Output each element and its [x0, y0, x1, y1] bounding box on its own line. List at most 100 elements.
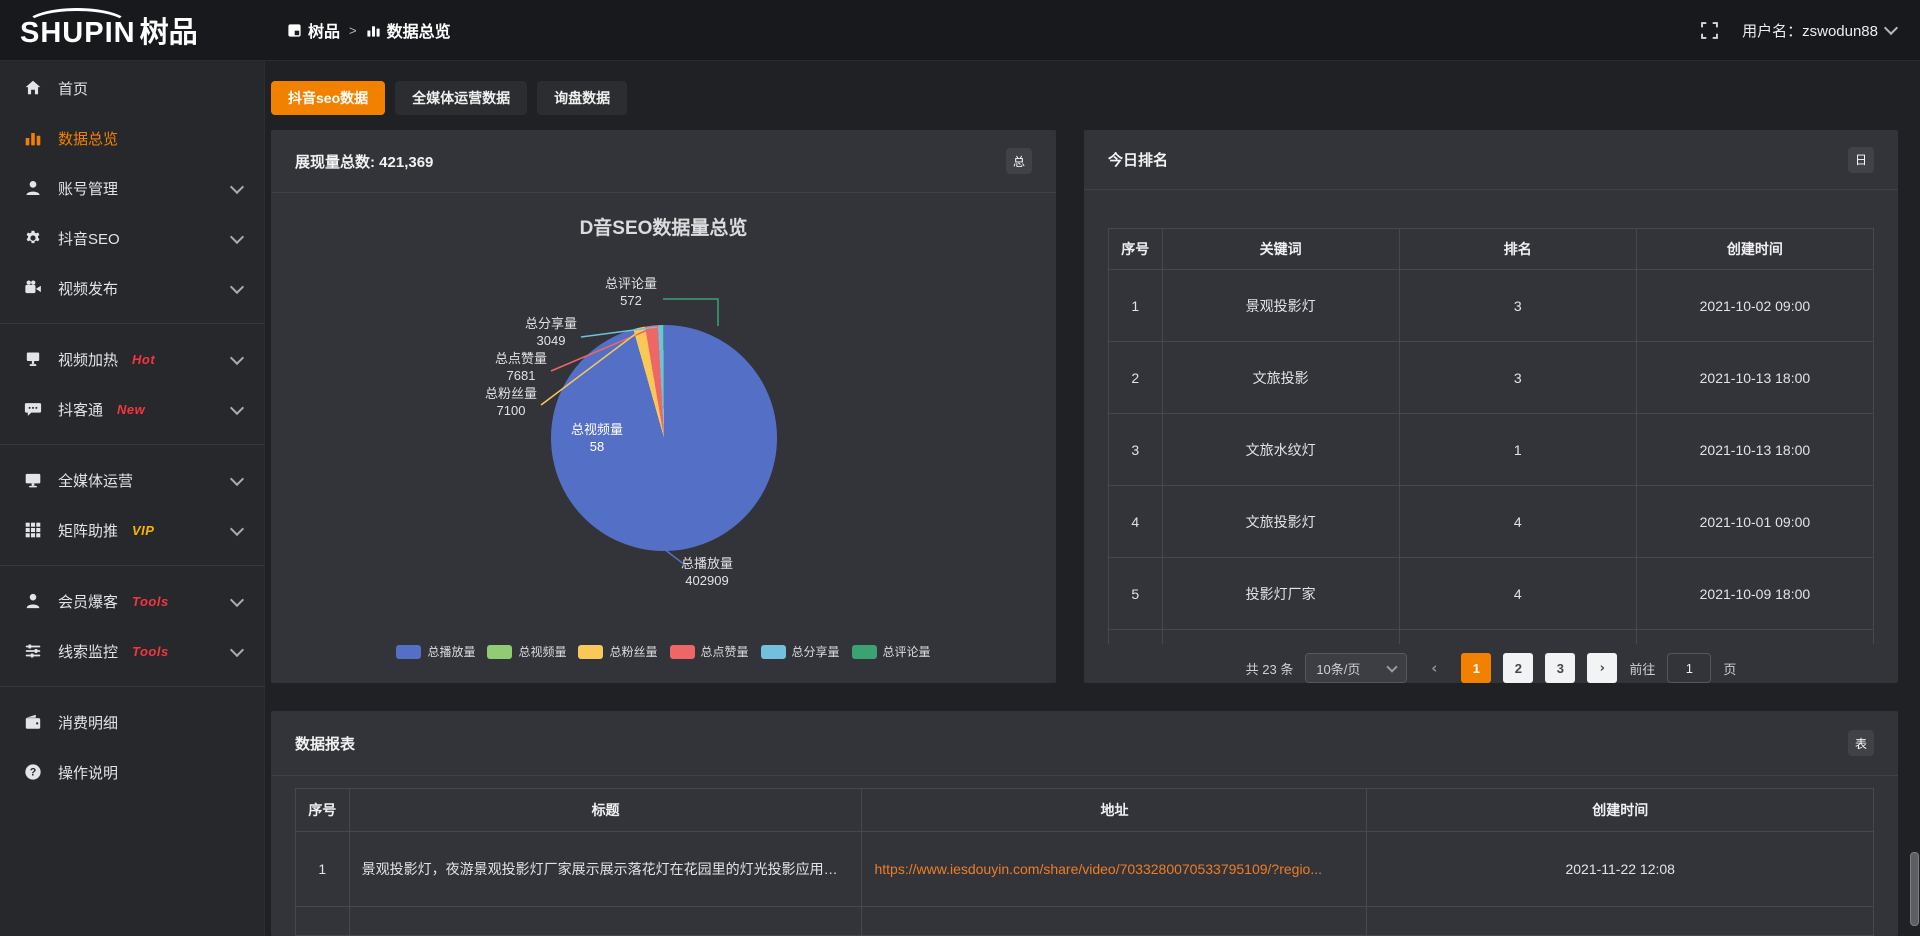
- tab-media-operation-data[interactable]: 全媒体运营数据: [395, 81, 527, 115]
- sidebar-divider: [0, 323, 264, 324]
- logo-text-en: SHUPIN: [20, 17, 136, 50]
- bar-chart-icon: [24, 129, 44, 147]
- main-content: 抖音seo数据 全媒体运营数据 询盘数据 展现量总数: 421,369 总 D音…: [265, 61, 1920, 936]
- video-title-cell: 景观投影灯，夜游景观投影灯厂家展示展示落花灯在花园里的灯光投影应用效果 #: [349, 832, 862, 907]
- table-row[interactable]: 1景观投影灯32021-10-02 09:00: [1109, 270, 1874, 342]
- col-created: 创建时间: [1636, 229, 1873, 270]
- sidebar-item-video-heat[interactable]: 视频加热 Hot: [0, 334, 264, 384]
- table-header-row: 序号 关键词 排名 创建时间: [1109, 229, 1874, 270]
- total-toggle-button[interactable]: 总: [1006, 148, 1032, 174]
- sidebar-item-lead-monitor[interactable]: 线索监控 Tools: [0, 626, 264, 676]
- ranking-card-header: 今日排名 日: [1084, 130, 1898, 190]
- sidebar-item-label: 抖音SEO: [58, 228, 120, 249]
- table-row[interactable]: 1 景观投影灯，夜游景观投影灯厂家展示展示落花灯在花园里的灯光投影应用效果 # …: [296, 832, 1874, 907]
- sidebar-item-consumption[interactable]: 消费明细: [0, 697, 264, 747]
- legend-swatch: [761, 645, 786, 659]
- chat-icon: [24, 400, 44, 418]
- sidebar-item-label: 操作说明: [58, 762, 118, 783]
- sidebar-item-label: 视频加热: [58, 349, 118, 370]
- username-label: 用户名：zswodun88: [1742, 20, 1878, 41]
- col-title: 标题: [349, 789, 862, 832]
- legend-swatch: [670, 645, 695, 659]
- pie-label-likes: 总点赞量7681: [473, 350, 569, 384]
- table-row[interactable]: 4文旅投影灯42021-10-01 09:00: [1109, 486, 1874, 558]
- vip-badge: VIP: [132, 523, 154, 538]
- sliders-icon: [24, 642, 44, 660]
- pie-label-videos: 总视频量58: [549, 421, 645, 455]
- table-row[interactable]: 5投影灯厂家42021-10-09 18:00: [1109, 558, 1874, 630]
- legend-item-plays[interactable]: 总播放量: [396, 643, 475, 660]
- hot-badge: Hot: [132, 352, 155, 367]
- table-toggle-button[interactable]: 表: [1848, 730, 1874, 756]
- page-button-1[interactable]: 1: [1461, 653, 1491, 683]
- tab-douyin-seo-data[interactable]: 抖音seo数据: [271, 81, 385, 115]
- scrollbar[interactable]: [1911, 62, 1919, 934]
- sidebar-item-label: 全媒体运营: [58, 470, 133, 491]
- sidebar-item-label: 数据总览: [58, 128, 118, 149]
- breadcrumb-root-label: 树品: [308, 18, 340, 42]
- sidebar-item-video-publish[interactable]: 视频发布: [0, 263, 264, 313]
- video-url-link[interactable]: https://www.iesdouyin.com/share/video/70…: [862, 832, 1367, 907]
- pie-label-comments: 总评论量572: [583, 275, 679, 309]
- report-card-title: 数据报表: [295, 733, 355, 754]
- pagination-total: 共 23 条: [1246, 659, 1294, 678]
- sidebar-item-label: 视频发布: [58, 278, 118, 299]
- sidebar-item-douketong[interactable]: 抖客通 New: [0, 384, 264, 434]
- pie-chart-area: D音SEO数据量总览 总评论量572: [271, 193, 1056, 684]
- breadcrumb-root[interactable]: 树品: [287, 18, 340, 42]
- legend-item-shares[interactable]: 总分享量: [761, 643, 840, 660]
- legend-item-videos[interactable]: 总视频量: [487, 643, 566, 660]
- tools-badge: Tools: [132, 644, 169, 659]
- col-created: 创建时间: [1367, 789, 1874, 832]
- goto-page-input[interactable]: [1667, 653, 1711, 683]
- tools-badge: Tools: [132, 594, 169, 609]
- pie-label-shares: 总分享量3049: [503, 315, 599, 349]
- page: SHUPIN 树品 树品 > 数据总览 用户名：zswo: [0, 0, 1920, 936]
- fullscreen-icon[interactable]: [1701, 22, 1718, 39]
- logo-text-cn: 树品: [140, 9, 198, 51]
- next-page-button[interactable]: ›: [1587, 653, 1617, 683]
- sidebar-divider: [0, 444, 264, 445]
- breadcrumb-separator: >: [349, 23, 357, 38]
- sidebar-item-douyin-seo[interactable]: 抖音SEO: [0, 213, 264, 263]
- chevron-down-icon: [230, 471, 244, 485]
- table-row[interactable]: 2文旅投影32021-10-13 18:00: [1109, 342, 1874, 414]
- page-button-2[interactable]: 2: [1503, 653, 1533, 683]
- sidebar-item-home[interactable]: 首页: [0, 63, 264, 113]
- home-icon: [24, 79, 44, 97]
- sidebar-item-member-burst[interactable]: 会员爆客 Tools: [0, 576, 264, 626]
- sidebar-item-matrix-boost[interactable]: 矩阵助推 VIP: [0, 505, 264, 555]
- page-button-3[interactable]: 3: [1545, 653, 1575, 683]
- day-toggle-button[interactable]: 日: [1848, 147, 1874, 173]
- breadcrumb-current[interactable]: 数据总览: [366, 18, 451, 42]
- sidebar-item-account[interactable]: 账号管理: [0, 163, 264, 213]
- table-row-partial: [296, 907, 1874, 936]
- legend-item-likes[interactable]: 总点赞量: [670, 643, 749, 660]
- table-row[interactable]: 3文旅水纹灯12021-10-13 18:00: [1109, 414, 1874, 486]
- sidebar-item-instructions[interactable]: ? 操作说明: [0, 747, 264, 797]
- sidebar-item-data-overview[interactable]: 数据总览: [0, 113, 264, 163]
- impressions-card-header: 展现量总数: 421,369 总: [271, 130, 1056, 193]
- svg-text:?: ?: [30, 767, 37, 779]
- breadcrumb: 树品 > 数据总览: [287, 18, 451, 42]
- col-address: 地址: [862, 789, 1367, 832]
- screen-heat-icon: [24, 350, 44, 368]
- col-index: 序号: [1109, 229, 1163, 270]
- bar-chart-icon: [366, 23, 381, 38]
- today-ranking-card: 今日排名 日 序号 关键词 排名 创建时间: [1084, 130, 1898, 683]
- ranking-table-wrap: 序号 关键词 排名 创建时间 1景观投影灯32021-10-02 09:00: [1084, 190, 1898, 683]
- user-icon: [24, 179, 44, 197]
- legend-item-comments[interactable]: 总评论量: [852, 643, 931, 660]
- legend-swatch: [578, 645, 603, 659]
- legend-item-fans[interactable]: 总粉丝量: [578, 643, 657, 660]
- scrollbar-thumb[interactable]: [1910, 852, 1919, 926]
- tab-inquiry-data[interactable]: 询盘数据: [537, 81, 627, 115]
- pagination: 共 23 条 10条/页 ‹ 1 2 3 › 前往: [1108, 653, 1874, 683]
- sidebar-item-media-operation[interactable]: 全媒体运营: [0, 455, 264, 505]
- prev-page-button[interactable]: ‹: [1419, 653, 1449, 683]
- page-size-select[interactable]: 10条/页: [1305, 653, 1407, 683]
- new-badge: New: [117, 402, 145, 417]
- user-menu[interactable]: 用户名：zswodun88: [1742, 20, 1896, 41]
- topbar-right: 用户名：zswodun88: [1701, 20, 1920, 41]
- report-card-header: 数据报表 表: [271, 711, 1898, 776]
